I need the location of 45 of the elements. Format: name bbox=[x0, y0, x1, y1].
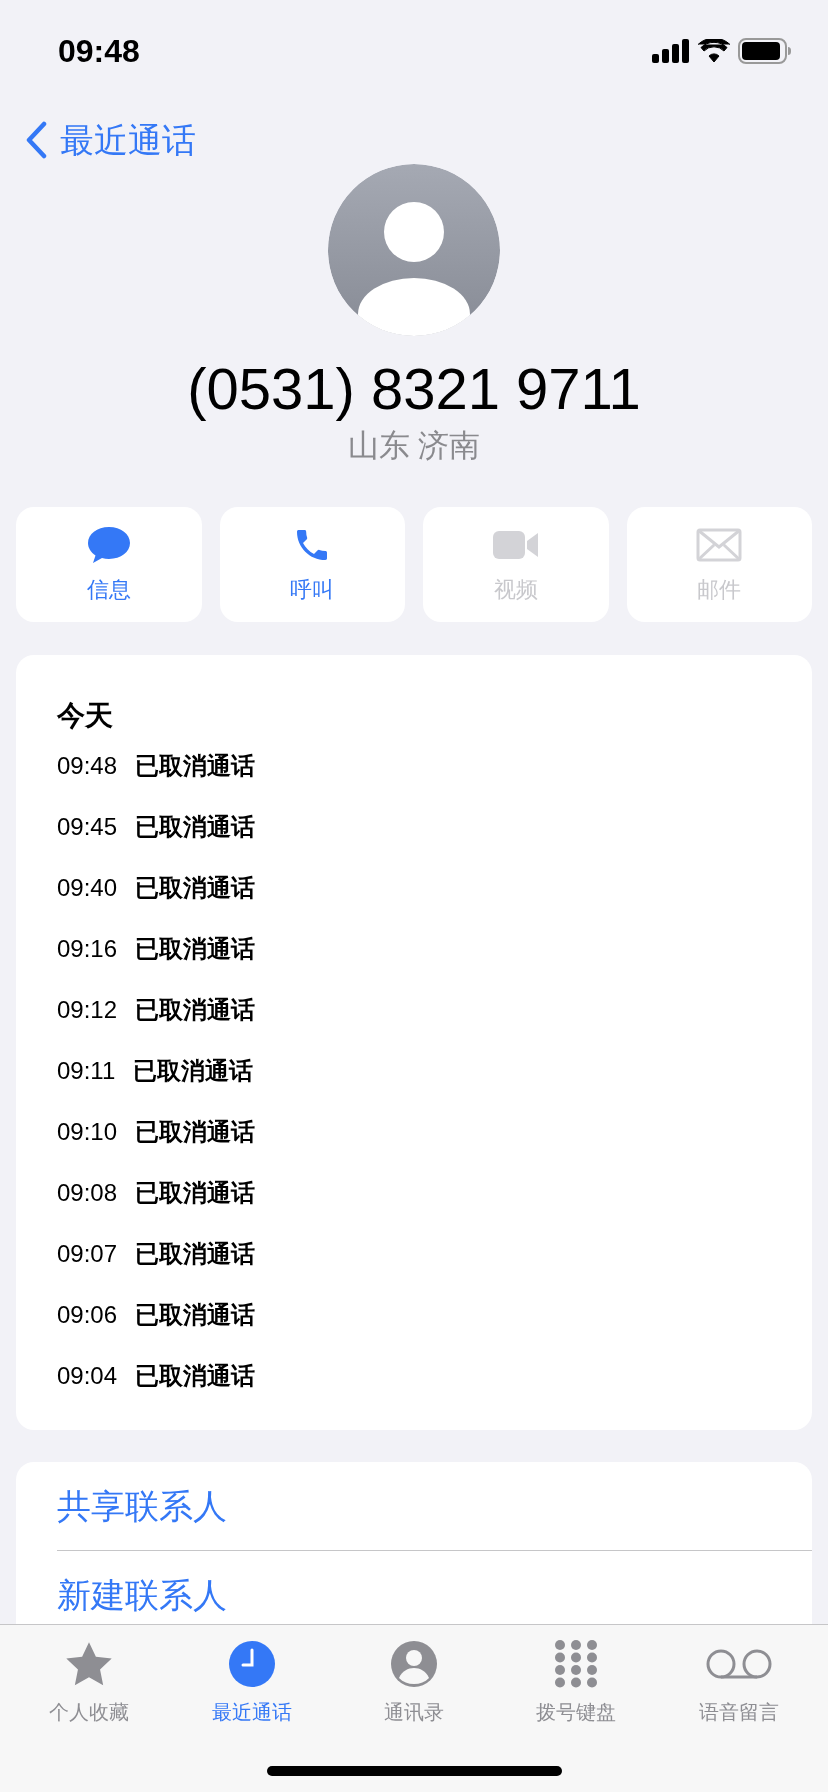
voicemail-icon bbox=[704, 1648, 773, 1680]
call-time: 09:10 bbox=[57, 1116, 118, 1147]
call-time: 09:07 bbox=[57, 1238, 118, 1269]
call-time: 09:04 bbox=[57, 1360, 118, 1391]
tab-button[interactable]: 最近通话 bbox=[170, 1625, 333, 1792]
battery-icon bbox=[738, 38, 792, 64]
tab-button[interactable]: 个人收藏 bbox=[8, 1625, 171, 1792]
call-status: 已取消通话 bbox=[135, 1238, 256, 1269]
call-status: 已取消通话 bbox=[135, 811, 256, 842]
call-status: 已取消通话 bbox=[135, 1177, 256, 1208]
call-time: 09:16 bbox=[57, 933, 118, 964]
call-time: 09:08 bbox=[57, 1177, 118, 1208]
chevron-left-icon bbox=[24, 121, 48, 159]
clock-icon bbox=[227, 1640, 276, 1688]
wifi-icon bbox=[698, 39, 730, 63]
call-time: 09:48 bbox=[57, 750, 118, 781]
location-text: 山东 济南 bbox=[347, 430, 481, 461]
call-time: 09:45 bbox=[57, 811, 118, 842]
call-status: 已取消通话 bbox=[135, 750, 256, 781]
call-status: 已取消通话 bbox=[135, 872, 256, 903]
call-time: 09:06 bbox=[57, 1299, 118, 1330]
call-status: 已取消通话 bbox=[135, 994, 256, 1025]
status-time: 09:48 bbox=[58, 32, 140, 71]
call-status: 已取消通话 bbox=[135, 933, 256, 964]
video-camera-icon bbox=[491, 528, 540, 562]
call-status: 已取消通话 bbox=[135, 1299, 256, 1330]
call-status: 已取消通话 bbox=[135, 1116, 256, 1147]
signal-icon bbox=[652, 39, 690, 63]
envelope-icon bbox=[696, 528, 743, 562]
action-button[interactable]: 信息 bbox=[16, 507, 202, 622]
contact-link[interactable]: 新建联系人 bbox=[57, 1570, 227, 1621]
call-time: 09:12 bbox=[57, 994, 118, 1025]
tab-button[interactable]: 语音留言 bbox=[657, 1625, 821, 1792]
person-circle-icon bbox=[390, 1640, 438, 1688]
back-button[interactable]: 最近通话 bbox=[24, 114, 196, 166]
call-time: 09:40 bbox=[57, 872, 118, 903]
avatar-icon bbox=[328, 164, 500, 336]
action-button[interactable]: 呼叫 bbox=[219, 507, 405, 622]
tab-button[interactable]: 拨号键盘 bbox=[495, 1625, 658, 1792]
call-status: 已取消通话 bbox=[133, 1055, 254, 1086]
contact-link[interactable]: 共享联系人 bbox=[57, 1480, 227, 1532]
call-status: 已取消通话 bbox=[135, 1360, 256, 1391]
day-heading: 今天 bbox=[57, 699, 114, 733]
speech-bubble-icon bbox=[85, 525, 132, 565]
call-time: 09:11 bbox=[57, 1055, 116, 1086]
